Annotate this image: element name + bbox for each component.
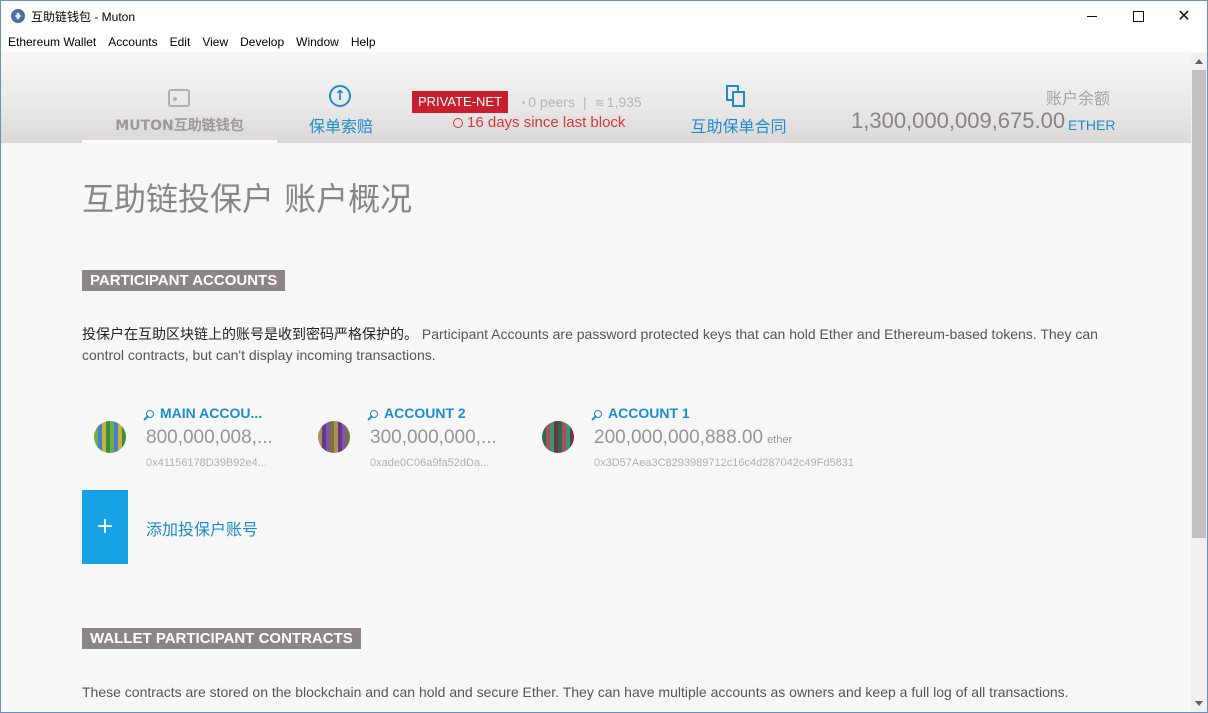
account-name: ACCOUNT 2 — [370, 405, 466, 421]
account-balance-value: 200,000,000,888.00 — [594, 427, 764, 448]
scroll-up-icon[interactable] — [1195, 59, 1203, 64]
close-icon: ✕ — [1177, 6, 1191, 25]
account-address: 0xade0C06a9fa52dDa... — [370, 457, 490, 469]
nav-wallets-label: MUTON互助链钱包 — [115, 118, 244, 134]
last-block-text: 16 days since last block — [467, 114, 626, 131]
account-balance: 300,000,000,... — [370, 427, 501, 449]
title-bar: 互助链钱包 - Muton ✕ — [1, 1, 1207, 31]
block-number: 1,935 — [606, 94, 642, 110]
documents-icon — [726, 85, 745, 107]
arrow-up-circle-icon: ↑ — [329, 85, 351, 107]
network-stats: ◔ 0 peers | ≋ 1,935 — [519, 94, 642, 110]
account-identicon — [94, 421, 126, 453]
menu-help[interactable]: Help — [345, 35, 382, 49]
nav-contracts-label: 互助保单合同 — [690, 117, 787, 136]
wallet-icon — [168, 89, 190, 107]
balance-label: 账户余额 — [1046, 89, 1111, 108]
account-address: 0x41156178D39B92e4... — [146, 457, 267, 469]
account-name-text: MAIN ACCOU... — [160, 405, 263, 421]
add-account-label[interactable]: 添加投保户账号 — [146, 516, 258, 540]
section-header-contracts: WALLET PARTICIPANT CONTRACTS — [82, 628, 361, 649]
account-identicon — [542, 421, 574, 453]
balance-unit[interactable]: ETHER — [1068, 117, 1115, 133]
minimize-icon — [1087, 15, 1097, 17]
contracts-description: These contracts are stored on the blockc… — [82, 684, 1069, 700]
key-icon — [594, 410, 602, 418]
peers-count: 0 peers — [528, 94, 575, 110]
nav-send-tab[interactable]: ↑ 保单索赔 — [291, 85, 391, 136]
minimize-button[interactable] — [1069, 1, 1115, 31]
menu-ethereum-wallet[interactable]: Ethereum Wallet — [2, 35, 102, 49]
account-balance-value: 800,000,008,... — [146, 427, 273, 448]
active-tab-indicator — [82, 140, 277, 143]
menu-develop[interactable]: Develop — [234, 35, 290, 49]
signal-icon: ◔ — [519, 96, 527, 110]
page-title: 互助链投保户 账户概况 — [82, 180, 413, 218]
maximize-icon — [1132, 10, 1144, 22]
ethereum-app-icon — [11, 9, 25, 23]
account-address: 0x3D57Aea3C8293989712c16c4d287042c49Fd58… — [594, 457, 854, 469]
account-balance: 800,000,008,... — [146, 427, 277, 449]
account-balance: 200,000,000,888.00 ether — [594, 427, 792, 449]
menu-view[interactable]: View — [196, 35, 234, 49]
account-name-text: ACCOUNT 2 — [384, 405, 466, 421]
menu-edit[interactable]: Edit — [164, 35, 197, 49]
section-header-accounts: PARTICIPANT ACCOUNTS — [82, 270, 286, 291]
app-window: 互助链钱包 - Muton ✕ Ethereum Wallet Accounts… — [0, 0, 1208, 713]
add-account-button[interactable]: + — [82, 490, 128, 564]
account-identicon — [318, 421, 350, 453]
account-balance-value: 300,000,000,... — [370, 427, 497, 448]
key-icon — [370, 410, 378, 418]
nav-wallets-tab[interactable]: MUTON互助链钱包 — [82, 53, 277, 143]
window-title: 互助链钱包 - Muton — [31, 10, 136, 24]
account-card[interactable]: ACCOUNT 1 200,000,000,888.00 ether 0x3D57… — [530, 401, 890, 471]
network-badge: PRIVATE-NET — [412, 91, 509, 113]
menu-window[interactable]: Window — [290, 35, 345, 49]
last-block-info: 16 days since last block — [453, 114, 625, 131]
layers-icon: ≋ — [594, 96, 605, 110]
accounts-description: 投保户在互助区块链上的账号是收到密码严格保护的。 Participant Acc… — [82, 324, 1122, 365]
vertical-scrollbar[interactable] — [1191, 53, 1207, 712]
wallet-header: MUTON互助链钱包 ↑ 保单索赔 PRIVATE-NET ◔ 0 peers | ≋… — [1, 53, 1191, 143]
menu-accounts[interactable]: Accounts — [102, 35, 163, 49]
account-balance-unit: ether — [767, 434, 793, 446]
nav-send-label: 保单索赔 — [308, 117, 373, 136]
total-balance: 1,300,000,009,675.00 — [851, 108, 1066, 133]
account-name: MAIN ACCOU... — [146, 405, 262, 421]
account-name: ACCOUNT 1 — [594, 405, 690, 421]
account-name-text: ACCOUNT 1 — [608, 405, 690, 421]
close-button[interactable]: ✕ — [1161, 1, 1207, 31]
maximize-button[interactable] — [1115, 1, 1161, 31]
stats-separator: | — [582, 94, 587, 110]
menu-bar: Ethereum Wallet Accounts Edit View Devel… — [1, 31, 1207, 52]
scroll-down-icon[interactable] — [1195, 701, 1203, 706]
clock-icon — [453, 118, 463, 128]
scrollbar-thumb[interactable] — [1192, 70, 1206, 538]
nav-contracts-tab[interactable]: 互助保单合同 — [681, 85, 796, 136]
key-icon — [146, 410, 154, 418]
accounts-description-cn: 投保户在互助区块链上的账号是收到密码严格保护的。 — [82, 327, 418, 343]
